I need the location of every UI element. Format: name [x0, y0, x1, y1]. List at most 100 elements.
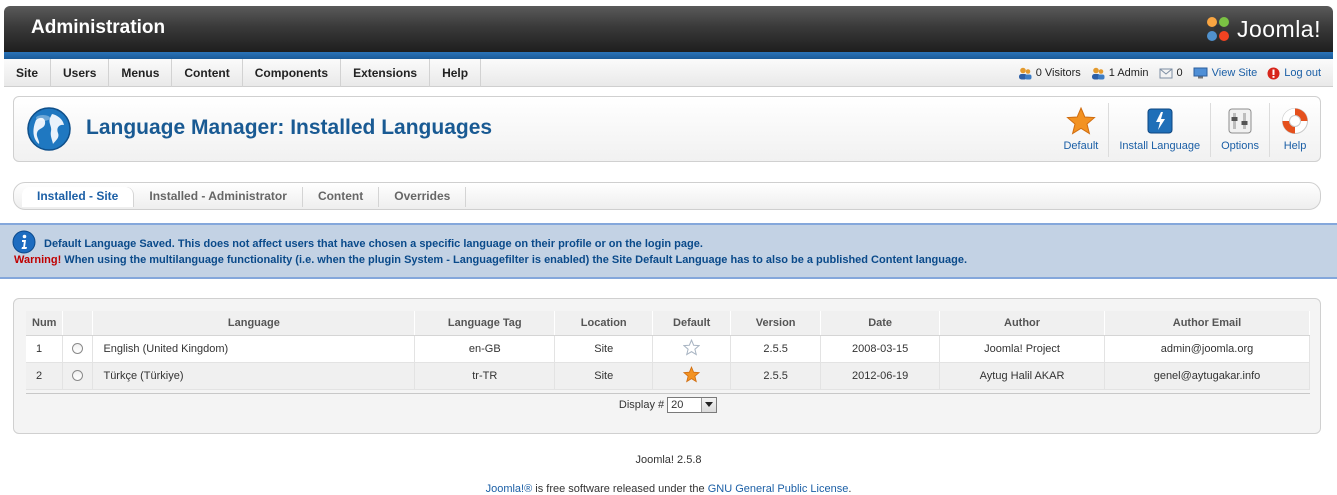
- admins-status: 1 Admin: [1091, 67, 1149, 80]
- star-empty-icon[interactable]: [682, 338, 701, 356]
- admins-count: 1 Admin: [1108, 67, 1149, 79]
- pagination-footer: Display # 20: [26, 393, 1310, 415]
- lifebuoy-icon: [1282, 108, 1308, 134]
- gpl-link[interactable]: GNU General Public License: [708, 483, 849, 495]
- joomla-link[interactable]: Joomla!®: [486, 483, 533, 495]
- table-row: 1 English (United Kingdom) en-GB Site 2.…: [26, 335, 1310, 363]
- header-accent-band: [4, 52, 1333, 59]
- joomla-version: Joomla! 2.5.8: [635, 454, 702, 466]
- row-language-tag: en-GB: [414, 335, 556, 363]
- options-icon: [1228, 108, 1252, 134]
- row-radio[interactable]: [72, 343, 84, 355]
- main-menu: Site Users Menus Content Components Exte…: [4, 59, 482, 87]
- display-limit-select[interactable]: 20: [667, 396, 718, 413]
- joomla-logo-text: Joomla!: [1236, 15, 1321, 42]
- languages-table-box: Num Language Language Tag Location Defau…: [13, 298, 1321, 434]
- info-icon: [12, 230, 36, 257]
- row-author-email: admin@joomla.org: [1104, 335, 1310, 363]
- license-text: Joomla!® is free software released under…: [0, 483, 1337, 495]
- header-version[interactable]: Version: [730, 311, 822, 336]
- row-author: Joomla! Project: [939, 335, 1105, 363]
- view-site-label: View Site: [1211, 67, 1258, 79]
- status-module: 0 Visitors 1 Admin 0 View Site Log out: [1018, 59, 1321, 87]
- visitors-status: 0 Visitors: [1018, 67, 1081, 80]
- row-version: 2.5.5: [730, 362, 822, 390]
- table-row: 2 Türkçe (Türkiye) tr-TR Site 2.5.5 2012…: [26, 362, 1310, 390]
- messages-count: 0: [1176, 67, 1183, 79]
- license-suffix: .: [848, 483, 852, 495]
- warning-label: Warning!: [14, 254, 62, 266]
- users-icon: [1018, 67, 1032, 79]
- table-header-row: Num Language Language Tag Location Defau…: [26, 311, 1310, 336]
- help-button[interactable]: Help: [1269, 103, 1320, 157]
- display-limit-value: 20: [671, 398, 684, 411]
- row-radio[interactable]: [72, 370, 84, 382]
- view-site-link[interactable]: View Site: [1193, 67, 1258, 79]
- row-language: English (United Kingdom): [92, 335, 416, 363]
- header-default[interactable]: Default: [652, 311, 732, 336]
- header-language-tag[interactable]: Language Tag: [414, 311, 556, 336]
- display-label: Display #: [618, 398, 665, 411]
- admin-header: Administration Joomla!: [4, 6, 1333, 52]
- row-location: Site: [554, 362, 654, 390]
- header-language[interactable]: Language: [92, 311, 416, 336]
- header-title: Administration: [31, 17, 166, 38]
- submenu-tabs: Installed - Site Installed - Administrat…: [13, 182, 1321, 210]
- menu-components[interactable]: Components: [243, 59, 342, 87]
- help-button-label: Help: [1283, 140, 1307, 152]
- tab-overrides[interactable]: Overrides: [379, 187, 467, 207]
- messages-icon: [1159, 68, 1173, 79]
- star-filled-icon: [682, 365, 701, 382]
- warning-text: When using the multilanguage functionali…: [61, 254, 968, 266]
- admin-users-icon: [1091, 67, 1105, 79]
- row-author-email: genel@aytugakar.info: [1104, 362, 1310, 390]
- messages-status[interactable]: 0: [1159, 67, 1183, 79]
- header-date[interactable]: Date: [820, 311, 941, 336]
- system-message: Default Language Saved. This does not af…: [0, 223, 1337, 279]
- message-warning-line: Warning! When using the multilanguage fu…: [14, 254, 967, 266]
- tab-installed-administrator[interactable]: Installed - Administrator: [134, 187, 303, 207]
- menu-extensions[interactable]: Extensions: [341, 59, 431, 87]
- logout-link[interactable]: Log out: [1267, 67, 1321, 80]
- star-icon: [1066, 106, 1096, 135]
- header-num[interactable]: Num: [26, 311, 64, 336]
- row-language: Türkçe (Türkiye): [92, 362, 416, 390]
- main-menu-bar: Site Users Menus Content Components Exte…: [4, 59, 1333, 87]
- row-num: 2: [26, 362, 64, 390]
- row-date: 2012-06-19: [820, 362, 941, 390]
- joomla-logo[interactable]: Joomla!: [1203, 14, 1321, 44]
- options-button[interactable]: Options: [1210, 103, 1269, 157]
- row-location: Site: [554, 335, 654, 363]
- header-author[interactable]: Author: [939, 311, 1105, 336]
- toolbar-box: Language Manager: Installed Languages De…: [13, 96, 1321, 162]
- globe-icon: [26, 106, 72, 155]
- page-title: Language Manager: Installed Languages: [86, 116, 493, 139]
- row-language-tag: tr-TR: [414, 362, 556, 390]
- tab-installed-site[interactable]: Installed - Site: [22, 187, 135, 207]
- header-location[interactable]: Location: [554, 311, 654, 336]
- menu-content[interactable]: Content: [172, 59, 243, 87]
- languages-table: Num Language Language Tag Location Defau…: [26, 311, 1310, 390]
- row-version: 2.5.5: [730, 335, 822, 363]
- header-author-email[interactable]: Author Email: [1104, 311, 1310, 336]
- logout-label: Log out: [1284, 67, 1321, 79]
- install-icon: [1147, 108, 1173, 134]
- chevron-down-icon: [701, 397, 717, 412]
- joomla-logo-icon: [1206, 17, 1229, 41]
- license-middle: is free software released under the: [532, 483, 708, 495]
- monitor-icon: [1193, 67, 1208, 79]
- options-button-label: Options: [1221, 140, 1259, 152]
- menu-help[interactable]: Help: [430, 59, 482, 87]
- menu-menus[interactable]: Menus: [109, 59, 173, 87]
- menu-site[interactable]: Site: [4, 59, 52, 87]
- default-button-label: Default: [1063, 140, 1099, 152]
- message-info-text: Default Language Saved. This does not af…: [44, 238, 703, 250]
- header-select: [62, 311, 94, 336]
- tab-content[interactable]: Content: [303, 187, 380, 207]
- toolbar-buttons: Default Install Language Options Help: [1053, 103, 1320, 157]
- row-date: 2008-03-15: [820, 335, 941, 363]
- install-language-button[interactable]: Install Language: [1108, 103, 1210, 157]
- menu-users[interactable]: Users: [51, 59, 110, 87]
- install-language-label: Install Language: [1119, 140, 1201, 152]
- default-button[interactable]: Default: [1053, 103, 1108, 157]
